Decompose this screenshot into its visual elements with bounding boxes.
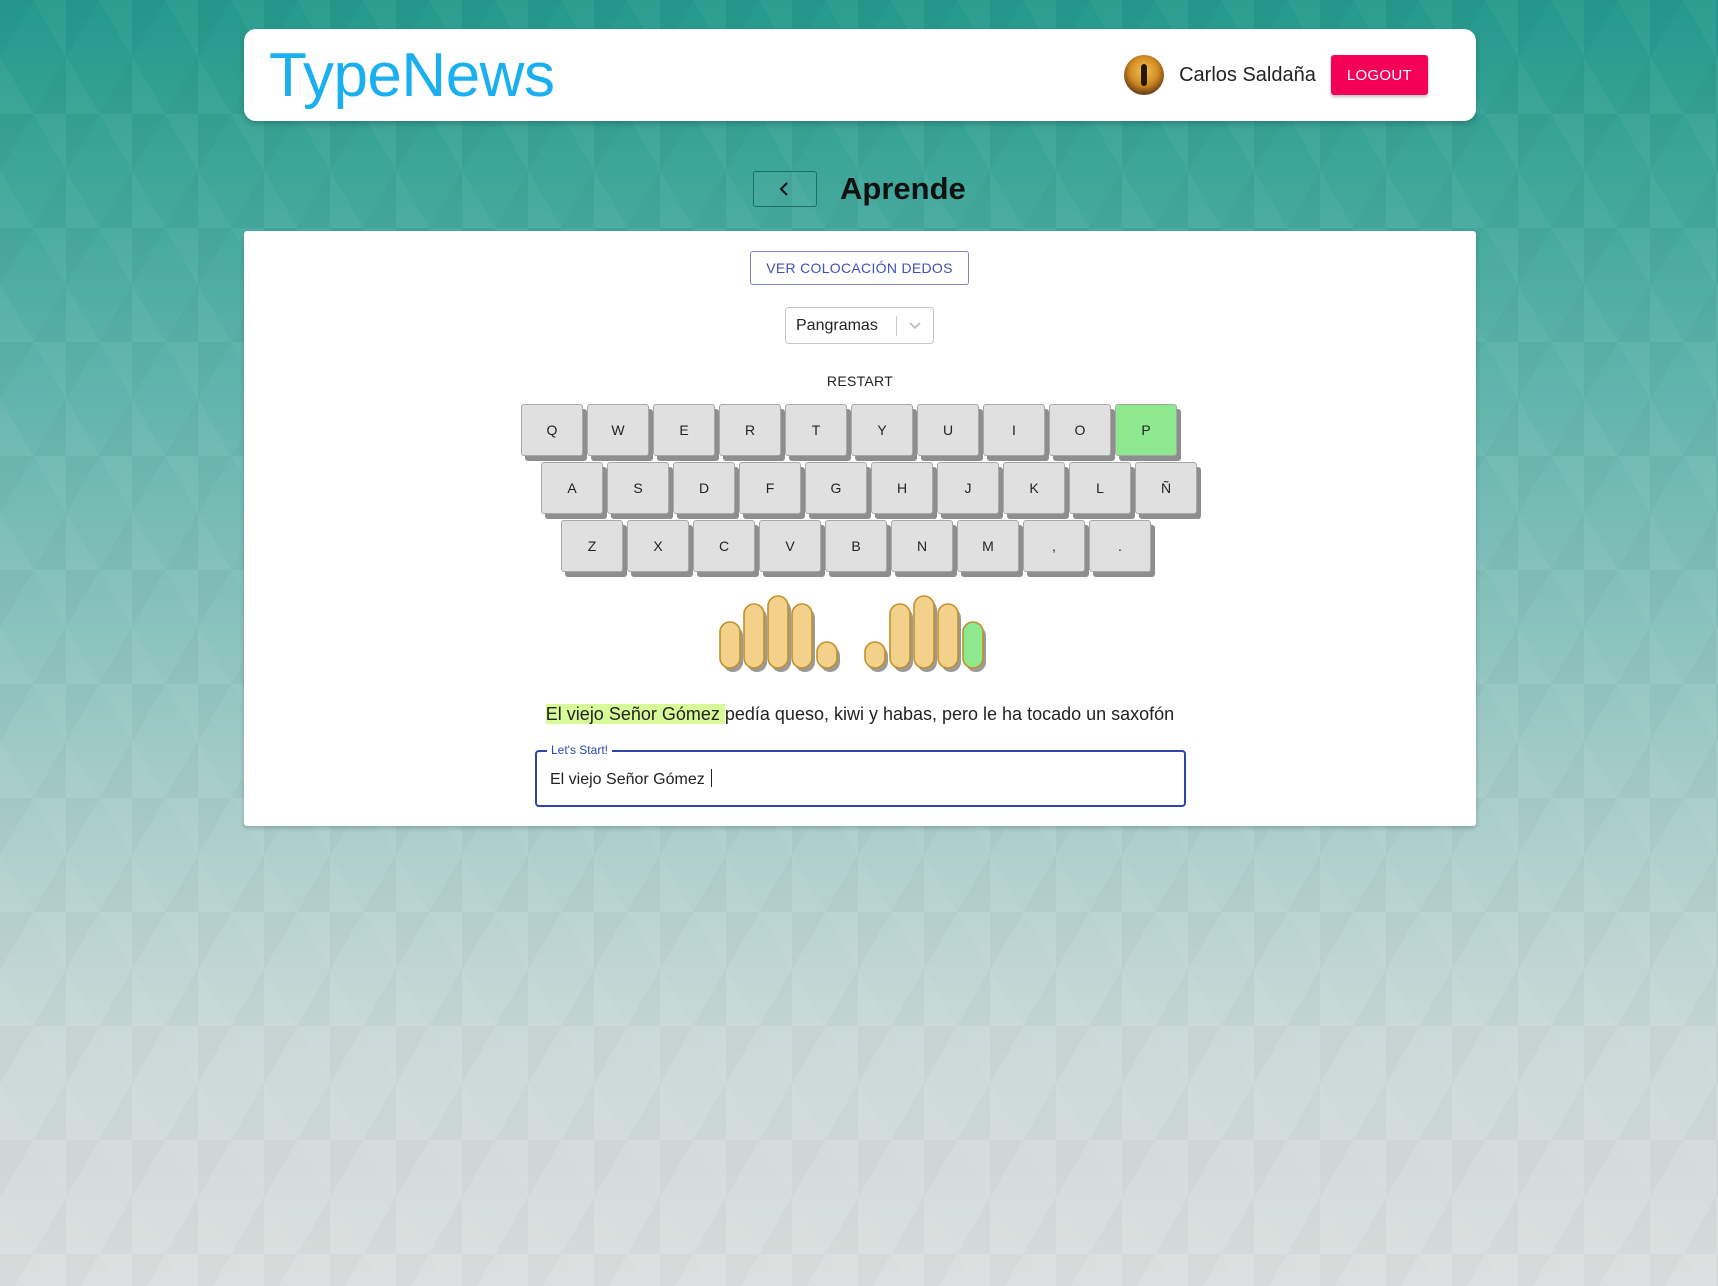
key-c: C — [693, 520, 755, 572]
remaining-text: pedía queso, kiwi y habas, pero le ha to… — [724, 704, 1175, 724]
key-n: N — [891, 520, 953, 572]
page-title: Aprende — [840, 171, 966, 206]
keyboard-row-1: QWERTYUIOP — [521, 404, 1181, 456]
key-h: H — [871, 462, 933, 514]
key-comma: , — [1023, 520, 1085, 572]
typing-input[interactable]: Let's Start! El viejo Señor Gómez — [535, 743, 1186, 807]
key-i: I — [983, 404, 1045, 456]
key-w: W — [587, 404, 649, 456]
typed-text: El viejo Señor Gómez — [545, 704, 725, 724]
lesson-card: VER COLOCACIÓN DEDOS Pangramas RESTART Q… — [244, 231, 1476, 826]
restart-button[interactable]: RESTART — [807, 373, 913, 389]
left-middle-finger — [767, 595, 789, 669]
avatar — [1124, 55, 1165, 95]
key-period: . — [1089, 520, 1151, 572]
mode-select-value: Pangramas — [796, 316, 878, 334]
left-index-finger — [791, 603, 813, 669]
keyboard-row-2: ASDFGHJKLÑ — [541, 462, 1201, 514]
back-button[interactable] — [753, 171, 817, 207]
key-b: B — [825, 520, 887, 572]
key-ñ: Ñ — [1135, 462, 1197, 514]
key-f: F — [739, 462, 801, 514]
right-middle-finger — [913, 595, 935, 669]
key-q: Q — [521, 404, 583, 456]
key-e: E — [653, 404, 715, 456]
key-o: O — [1049, 404, 1111, 456]
logout-button[interactable]: LOGOUT — [1330, 55, 1428, 95]
key-l: L — [1069, 462, 1131, 514]
typing-input-label: Let's Start! — [547, 743, 612, 757]
key-d: D — [673, 462, 735, 514]
app-logo[interactable]: TypeNews — [269, 39, 555, 113]
key-j: J — [937, 462, 999, 514]
text-caret — [711, 769, 713, 787]
user-box: Carlos Saldaña LOGOUT — [1124, 55, 1428, 95]
right-pinky-finger — [962, 621, 984, 669]
user-name: Carlos Saldaña — [1179, 63, 1316, 86]
finger-placement-button[interactable]: VER COLOCACIÓN DEDOS — [750, 251, 969, 285]
chevron-down-icon[interactable] — [897, 321, 933, 331]
right-thumb-finger — [864, 641, 886, 669]
key-k: K — [1003, 462, 1065, 514]
key-u: U — [917, 404, 979, 456]
key-y: Y — [851, 404, 913, 456]
app-header: TypeNews Carlos Saldaña LOGOUT — [244, 29, 1476, 121]
hands-illustration — [719, 595, 986, 672]
key-s: S — [607, 462, 669, 514]
target-sentence: El viejo Señor Gómez pedía queso, kiwi y… — [244, 704, 1476, 725]
chevron-left-icon — [779, 182, 788, 196]
mode-select[interactable]: Pangramas — [785, 307, 934, 344]
key-a: A — [541, 462, 603, 514]
right-ring-finger — [937, 603, 959, 669]
key-m: M — [957, 520, 1019, 572]
keyboard-row-3: ZXCVBNM,. — [561, 520, 1155, 572]
left-thumb-finger — [816, 641, 838, 669]
key-z: Z — [561, 520, 623, 572]
right-index-finger — [889, 603, 911, 669]
key-r: R — [719, 404, 781, 456]
key-g: G — [805, 462, 867, 514]
key-p: P — [1115, 404, 1177, 456]
left-pinky-finger — [719, 621, 741, 669]
left-ring-finger — [743, 603, 765, 669]
key-t: T — [785, 404, 847, 456]
typing-input-value[interactable]: El viejo Señor Gómez — [550, 769, 713, 789]
title-row: Aprende — [753, 171, 966, 207]
key-v: V — [759, 520, 821, 572]
key-x: X — [627, 520, 689, 572]
